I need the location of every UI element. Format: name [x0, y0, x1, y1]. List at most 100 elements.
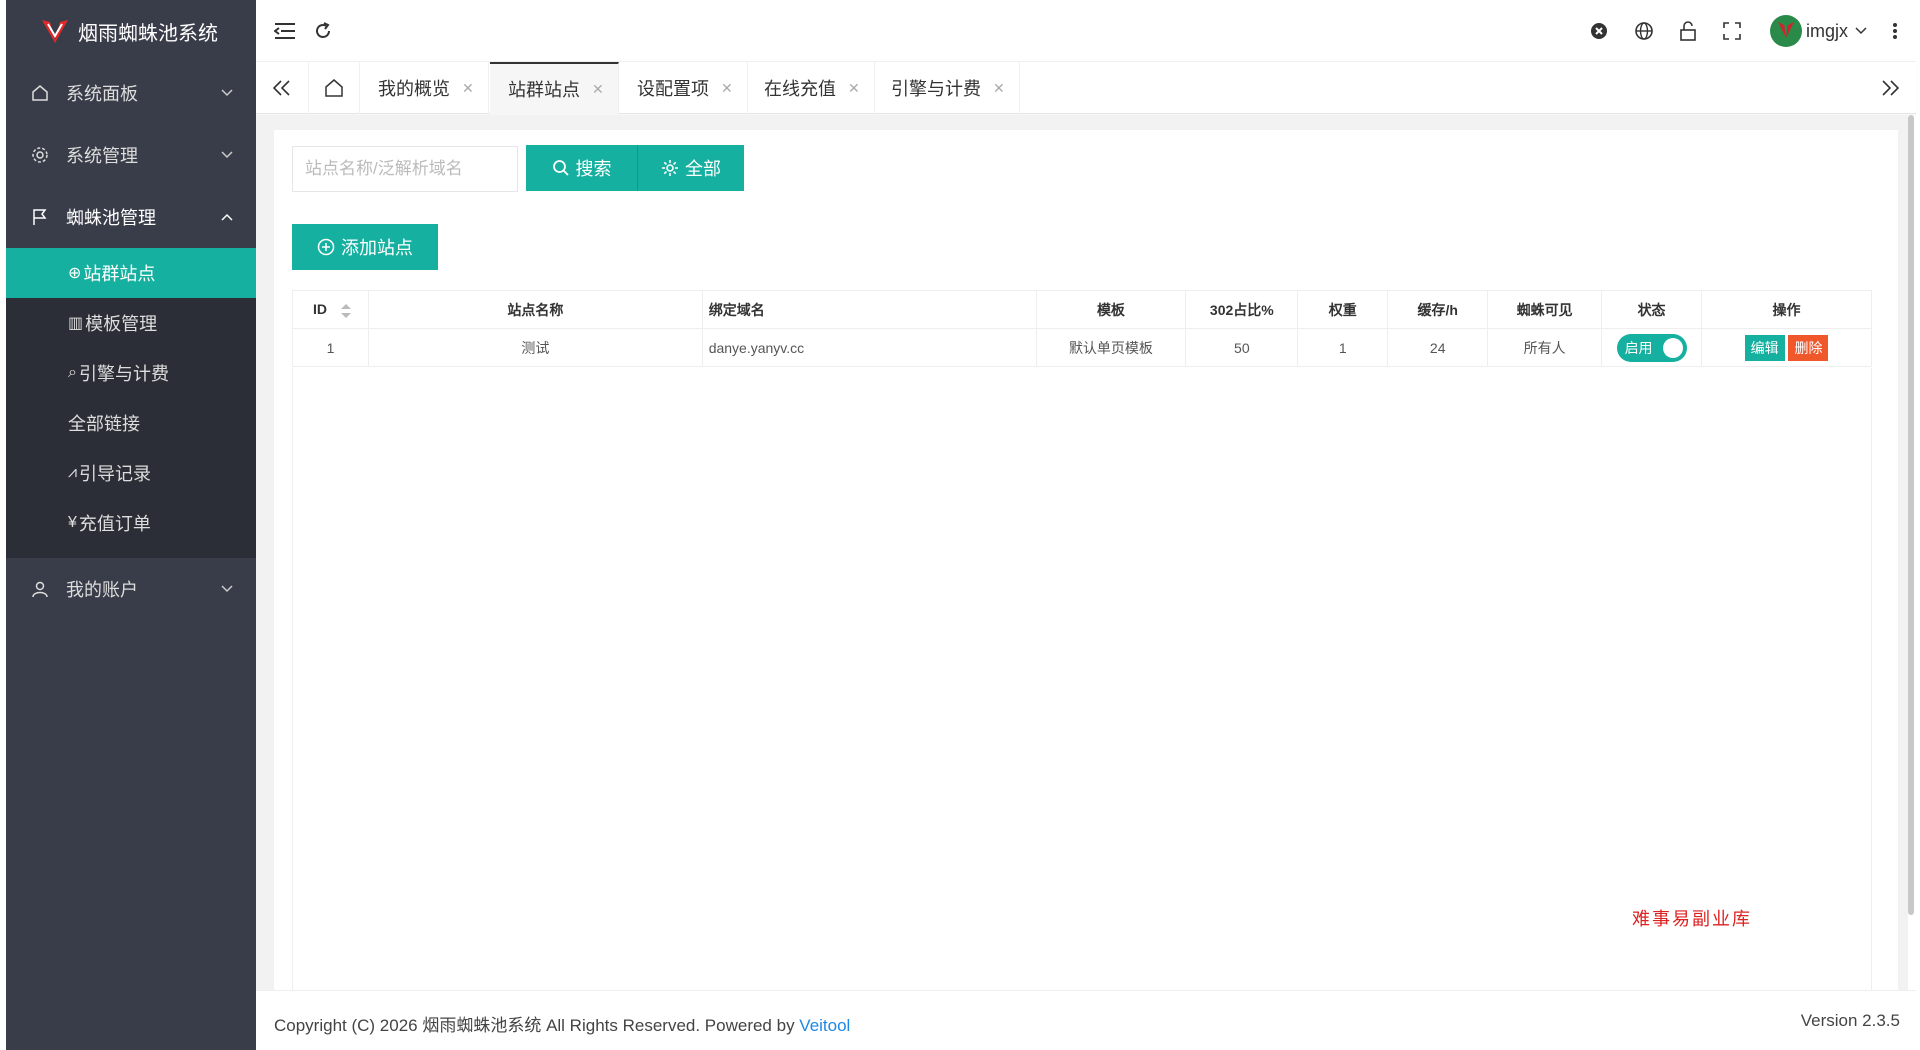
column-header-id[interactable]: ID [292, 290, 369, 329]
tab-overview[interactable]: 我的概览 ✕ [360, 62, 489, 114]
plus-circle-icon [317, 238, 335, 256]
search-input[interactable] [292, 146, 518, 192]
tab-label: 站群站点 [508, 80, 580, 100]
yen-icon: ¥ [68, 514, 77, 531]
sidebar-item-account[interactable]: 我的账户 [6, 558, 256, 620]
refresh-icon[interactable] [310, 18, 336, 44]
delete-button[interactable]: 删除 [1788, 334, 1829, 361]
chevron-down-icon [221, 89, 233, 97]
tab-recharge[interactable]: 在线充值 ✕ [746, 62, 875, 114]
sidebar-item-label: 模板管理 [85, 314, 158, 334]
sidebar-item-recharge-orders[interactable]: ¥ 充值订单 [6, 498, 256, 548]
cell-visible: 所有人 [1487, 328, 1603, 367]
sidebar: 烟雨蜘蛛池系统 系统面板 系统管理 蜘蛛池管理 ⊕ 站群站点 ▥ 模板管理 ⌕ [6, 0, 256, 1050]
sidebar-item-label: 站群站点 [83, 264, 156, 284]
sidebar-item-label: 引擎与计费 [78, 364, 169, 384]
column-header: 蜘蛛可见 [1487, 290, 1603, 329]
globe-icon[interactable] [1631, 18, 1657, 44]
cell-id: 1 [292, 328, 369, 367]
scrollbar[interactable] [1908, 115, 1914, 915]
sidebar-item-spider-pool[interactable]: 蜘蛛池管理 [6, 186, 256, 248]
search-button[interactable]: 搜索 [526, 145, 638, 191]
column-header: 模板 [1035, 290, 1187, 329]
gear-icon [662, 160, 678, 176]
user-menu[interactable]: imgjx [1769, 15, 1868, 47]
template-icon: ▥ [68, 315, 84, 332]
gear-icon [30, 145, 50, 165]
cell-weight: 1 [1297, 328, 1389, 367]
close-icon[interactable]: ✕ [721, 80, 733, 97]
table-empty-area [292, 368, 1872, 990]
sidebar-item-label: 系统管理 [66, 146, 138, 166]
table-row: 1 测试 danye.yanyv.cc 默认单页模板 50 1 24 所有人 启… [292, 328, 1872, 367]
chevron-up-icon [221, 213, 233, 221]
pulse-icon: ⩘ [68, 464, 78, 481]
tab-settings[interactable]: 设配置项 ✕ [619, 62, 748, 114]
show-all-button[interactable]: 全部 [638, 145, 744, 191]
top-bar: imgjx [256, 0, 1916, 62]
tab-label: 设配置项 [637, 79, 709, 99]
cell-name: 测试 [367, 328, 703, 367]
tab-label: 在线充值 [764, 79, 836, 99]
home-icon [325, 79, 343, 97]
sidebar-item-label: 系统面板 [66, 84, 138, 104]
watermark-text: 难事易副业库 [1632, 909, 1752, 930]
chevron-down-icon [221, 151, 233, 159]
column-header: 302占比% [1185, 290, 1299, 329]
cell-ratio: 50 [1185, 328, 1299, 367]
sort-icon[interactable] [341, 303, 351, 318]
close-icon[interactable]: ✕ [462, 80, 474, 97]
clear-cache-icon[interactable] [1586, 18, 1612, 44]
sidebar-item-label: 全部链接 [68, 414, 140, 434]
add-site-button[interactable]: 添加站点 [292, 224, 438, 270]
sidebar-item-all-links[interactable]: 全部链接 [6, 398, 256, 448]
cell-template: 默认单页模板 [1035, 328, 1187, 367]
flag-icon [30, 207, 50, 227]
close-icon[interactable]: ✕ [592, 81, 604, 98]
tab-label: 我的概览 [378, 79, 450, 99]
home-icon [30, 83, 50, 103]
chevron-down-icon [221, 585, 233, 593]
more-icon[interactable] [1882, 18, 1908, 44]
lock-icon[interactable] [1675, 18, 1701, 44]
column-header: 缓存/h [1387, 290, 1489, 329]
avatar [1769, 15, 1802, 47]
column-header: 权重 [1297, 290, 1389, 329]
sidebar-item-label: 充值订单 [78, 514, 151, 534]
tab-scroll-left-icon[interactable] [256, 62, 308, 114]
close-icon[interactable]: ✕ [993, 80, 1005, 97]
sidebar-item-guide-records[interactable]: ⩘ 引导记录 [6, 448, 256, 498]
sidebar-submenu: ⊕ 站群站点 ▥ 模板管理 ⌕ 引擎与计费 全部链接 ⩘ 引导记录 ¥ 充值订单 [6, 248, 256, 558]
username: imgjx [1805, 20, 1848, 41]
cell-status: 启用 [1601, 328, 1703, 367]
column-header: 状态 [1601, 290, 1703, 329]
status-toggle[interactable]: 启用 [1616, 333, 1687, 362]
sidebar-item-label: 引导记录 [79, 464, 152, 484]
cell-domain: danye.yanyv.cc [701, 328, 1037, 367]
powered-by-link[interactable]: Veitool [799, 1016, 850, 1035]
sidebar-item-system[interactable]: 系统管理 [6, 124, 256, 186]
user-icon [30, 579, 50, 599]
chevron-down-icon [1855, 27, 1867, 35]
search-icon [552, 160, 569, 176]
close-icon[interactable]: ✕ [848, 80, 860, 97]
tab-home[interactable] [308, 62, 360, 114]
edit-button[interactable]: 编辑 [1744, 334, 1785, 361]
cell-actions: 编辑 删除 [1701, 328, 1872, 367]
sidebar-item-templates[interactable]: ▥ 模板管理 [6, 298, 256, 348]
footer: Copyright (C) 2026 烟雨蜘蛛池系统 All Rights Re… [256, 990, 1916, 1050]
column-header: 绑定域名 [701, 290, 1037, 329]
tab-bar: 我的概览 ✕ 站群站点 ✕ 设配置项 ✕ 在线充值 ✕ 引擎与计费 ✕ [256, 62, 1916, 114]
tab-sites[interactable]: 站群站点 ✕ [490, 62, 619, 114]
column-header: 站点名称 [367, 290, 703, 329]
logo-icon [42, 20, 68, 43]
sidebar-item-sites[interactable]: ⊕ 站群站点 [6, 248, 256, 298]
tab-scroll-right-icon[interactable] [1864, 62, 1916, 114]
menu-collapse-icon[interactable] [272, 18, 298, 44]
tab-engine-billing[interactable]: 引擎与计费 ✕ [873, 62, 1020, 114]
column-header: 操作 [1701, 290, 1872, 329]
sidebar-item-engine-billing[interactable]: ⌕ 引擎与计费 [6, 348, 256, 398]
fullscreen-icon[interactable] [1719, 18, 1745, 44]
sidebar-item-dashboard[interactable]: 系统面板 [6, 62, 256, 124]
app-logo[interactable]: 烟雨蜘蛛池系统 [6, 0, 256, 62]
